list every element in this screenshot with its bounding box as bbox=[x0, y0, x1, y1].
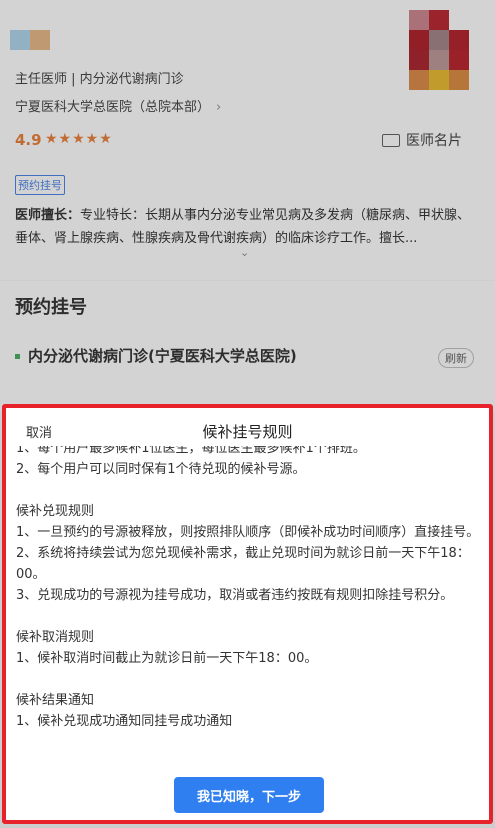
rule-line: 2、每个用户可以同时保有1个待兑现的候补号源。 bbox=[16, 462, 306, 477]
rule-line: 1、候补取消时间截止为就诊日前一天下午18：00。 bbox=[16, 651, 318, 666]
sheet-title: 候补挂号规则 bbox=[202, 423, 293, 441]
rule-line: 2、系统将持续尝试为您兑现候补需求，截止兑现时间为就诊日前一天下午18：00。 bbox=[16, 546, 470, 582]
rule-heading: 候补结果通知 bbox=[16, 693, 95, 708]
rule-heading: 候补取消规则 bbox=[16, 630, 95, 645]
rule-heading: 候补兑现规则 bbox=[16, 504, 95, 519]
rule-line: 1、候补兑现成功通知同挂号成功通知 bbox=[16, 714, 233, 729]
rule-line: 1、一旦预约的号源被释放，则按照排队顺序（即候补成功时间顺序）直接挂号。 bbox=[16, 525, 480, 540]
rule-line: 1、每个用户最多候补1位医生，每位医生最多候补1个排班。 bbox=[16, 446, 366, 456]
rules-scroll-area[interactable]: 1、每个用户最多候补1位医生，每位医生最多候补1个排班。 2、每个用户可以同时保… bbox=[16, 446, 481, 776]
acknowledge-next-button[interactable]: 我已知晓，下一步 bbox=[174, 777, 324, 813]
waitlist-rules-sheet: 取消 候补挂号规则 1、每个用户最多候补1位医生，每位医生最多候补1个排班。 2… bbox=[2, 404, 493, 824]
rule-line: 3、兑现成功的号源视为挂号成功，取消或者违约按既有规则扣除挂号积分。 bbox=[16, 588, 454, 603]
